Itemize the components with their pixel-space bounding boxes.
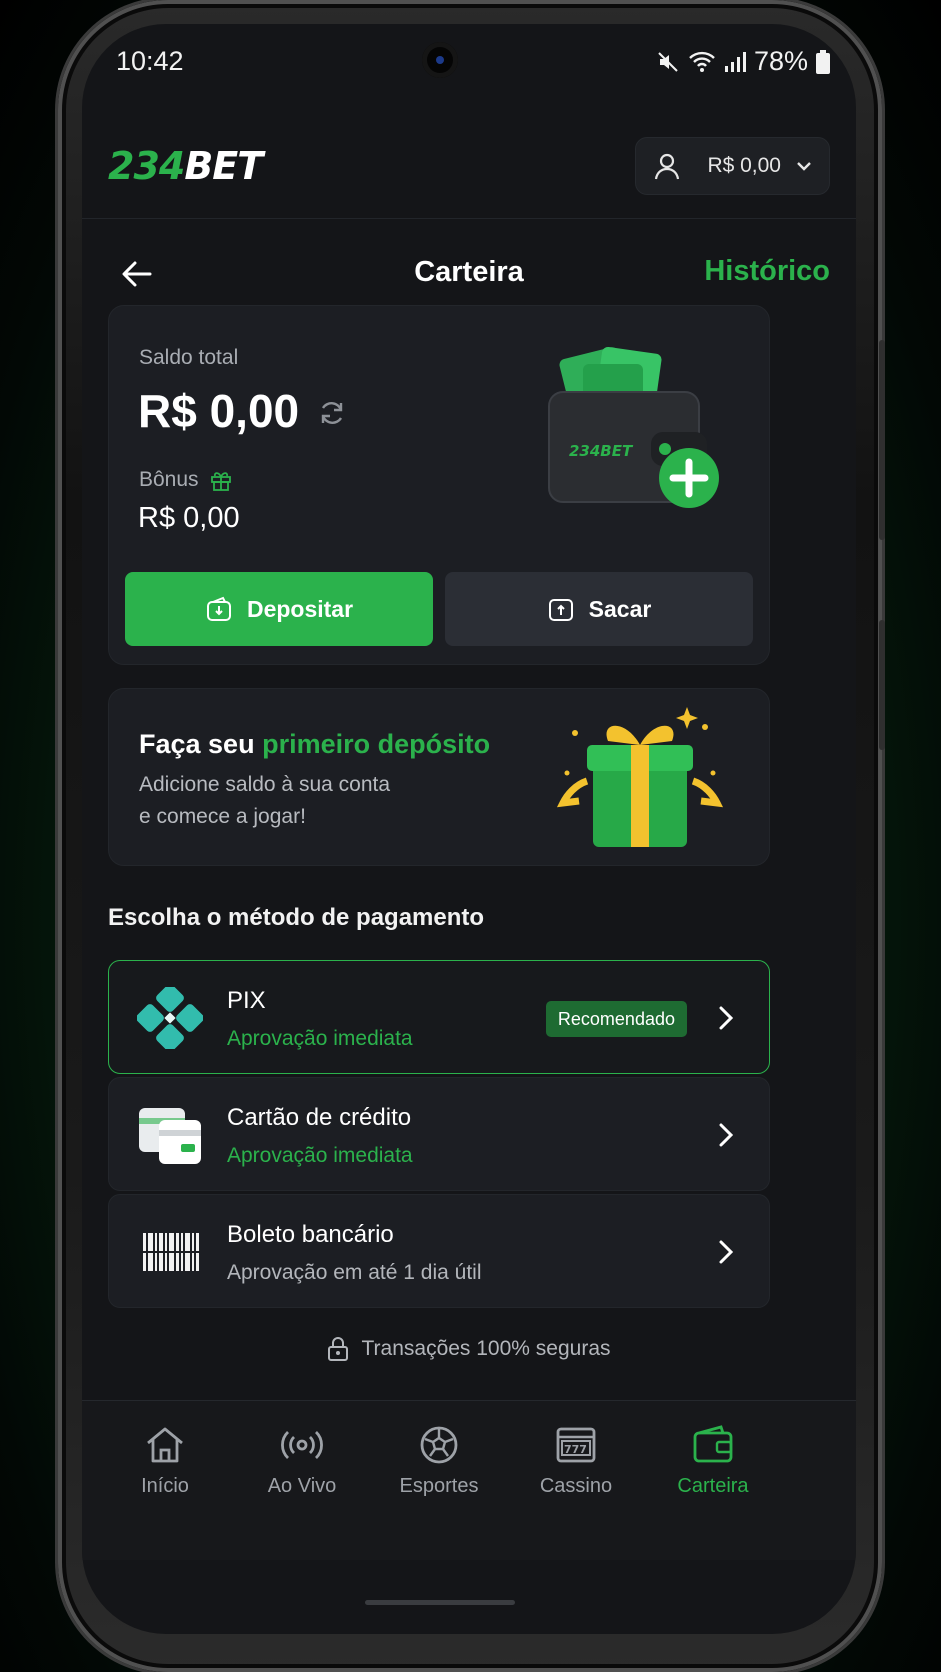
first-deposit-promo[interactable]: Faça seu primeiro depósito Adicione sald… xyxy=(108,688,770,866)
deposit-button[interactable]: Depositar xyxy=(125,572,433,646)
home-icon xyxy=(147,1427,183,1463)
bonus-label-row: Bônus xyxy=(139,468,233,492)
pix-note: Aprovação imediata xyxy=(227,1027,413,1050)
wallet-out-icon xyxy=(548,599,573,621)
home-indicator[interactable] xyxy=(365,1600,515,1605)
app-header: 234BET R$ 0,00 xyxy=(82,104,856,219)
screen: 10:42 78% 234BET R$ 0,00 Carteira Histór… xyxy=(82,24,856,1634)
lock-icon xyxy=(328,1337,349,1361)
promo-subtitle: Adicione saldo à sua conta e comece a jo… xyxy=(139,769,439,833)
deposit-label: Depositar xyxy=(246,595,354,622)
logo-word: BET xyxy=(184,144,263,188)
balance-card: Saldo total R$ 0,00 Bônus R$ 0,00 234BET… xyxy=(108,305,770,665)
wallet-illustration: 234BET xyxy=(548,346,719,508)
slot-machine-icon: 777 xyxy=(556,1427,596,1463)
pix-icon xyxy=(137,987,203,1049)
total-balance-label: Saldo total xyxy=(139,346,239,369)
nav-carteira-label: Carteira xyxy=(677,1475,749,1497)
nav-cassino[interactable]: 777 Cassino xyxy=(506,1423,646,1498)
wallet-brand-text: 234BET xyxy=(569,442,634,460)
credit-card-note: Aprovação imediata xyxy=(227,1144,413,1167)
front-camera xyxy=(422,42,458,78)
status-time: 10:42 xyxy=(116,46,184,76)
nav-ao-vivo-label: Ao Vivo xyxy=(267,1475,337,1497)
withdraw-label: Sacar xyxy=(588,595,652,622)
wallet-icon xyxy=(693,1425,733,1463)
refresh-icon[interactable] xyxy=(317,398,347,428)
promo-title-prefix: Faça seu xyxy=(139,729,263,759)
header-balance: R$ 0,00 xyxy=(707,154,781,177)
soccer-ball-icon xyxy=(420,1426,458,1464)
live-icon xyxy=(281,1430,323,1460)
account-balance-dropdown[interactable]: R$ 0,00 xyxy=(635,137,830,195)
recommended-badge: Recomendado xyxy=(545,1001,687,1037)
payment-method-credit-card[interactable]: Cartão de crédito Aprovação imediata xyxy=(108,1077,770,1191)
gift-icon xyxy=(210,472,231,491)
nav-esportes[interactable]: Esportes xyxy=(369,1423,509,1498)
total-balance-value: R$ 0,00 xyxy=(138,385,300,437)
nav-inicio-label: Início xyxy=(141,1475,189,1497)
svg-text:777: 777 xyxy=(564,1443,587,1456)
bottom-navigation: Início Ao Vivo Esportes 777 Cassino Cart… xyxy=(82,1400,856,1560)
mute-icon xyxy=(658,51,678,72)
nav-carteira[interactable]: Carteira xyxy=(643,1423,783,1498)
chevron-right-icon xyxy=(719,1123,734,1147)
chevron-down-icon xyxy=(797,162,811,171)
chevron-right-icon xyxy=(719,1006,734,1030)
chevron-right-icon xyxy=(719,1240,734,1264)
wallet-in-icon xyxy=(206,596,231,621)
payment-section-title: Escolha o método de pagamento xyxy=(108,904,485,931)
status-bar: 10:42 78% xyxy=(82,24,856,104)
promo-title: Faça seu primeiro depósito xyxy=(139,729,490,760)
wifi-icon xyxy=(689,51,715,72)
pix-title: PIX xyxy=(227,987,266,1014)
signal-icon xyxy=(724,51,746,72)
credit-card-icon xyxy=(139,1108,201,1164)
logo-number: 234 xyxy=(108,144,185,188)
promo-title-highlight: primeiro depósito xyxy=(262,729,491,759)
barcode-icon xyxy=(141,1233,201,1271)
bonus-value: R$ 0,00 xyxy=(138,502,240,534)
secure-note: Transações 100% seguras xyxy=(82,1336,856,1362)
promo-subtitle-line1: Adicione saldo à sua conta xyxy=(139,773,391,796)
payment-method-boleto[interactable]: Boleto bancário Aprovação em até 1 dia ú… xyxy=(108,1194,770,1308)
battery-percent: 78% xyxy=(753,46,808,76)
credit-card-title: Cartão de crédito xyxy=(227,1104,412,1131)
nav-inicio[interactable]: Início xyxy=(95,1423,235,1498)
nav-cassino-label: Cassino xyxy=(539,1475,613,1497)
boleto-note: Aprovação em até 1 dia útil xyxy=(227,1261,482,1284)
payment-method-pix[interactable]: PIX Aprovação imediata Recomendado xyxy=(108,960,770,1074)
gift-box-illustration xyxy=(556,707,724,847)
promo-subtitle-line2: e comece a jogar! xyxy=(139,805,306,828)
boleto-title: Boleto bancário xyxy=(227,1221,394,1248)
status-icons: 78% xyxy=(656,46,830,77)
power-button xyxy=(879,620,885,750)
brand-logo[interactable]: 234BET xyxy=(108,144,263,188)
withdraw-button[interactable]: Sacar xyxy=(445,572,753,646)
secure-note-text: Transações 100% seguras xyxy=(361,1337,611,1360)
history-link[interactable]: Histórico xyxy=(704,255,830,288)
battery-icon xyxy=(816,49,830,74)
bonus-label: Bônus xyxy=(139,468,199,491)
nav-esportes-label: Esportes xyxy=(399,1475,479,1497)
user-icon xyxy=(654,153,680,180)
nav-ao-vivo[interactable]: Ao Vivo xyxy=(232,1423,372,1498)
volume-button xyxy=(879,340,885,540)
